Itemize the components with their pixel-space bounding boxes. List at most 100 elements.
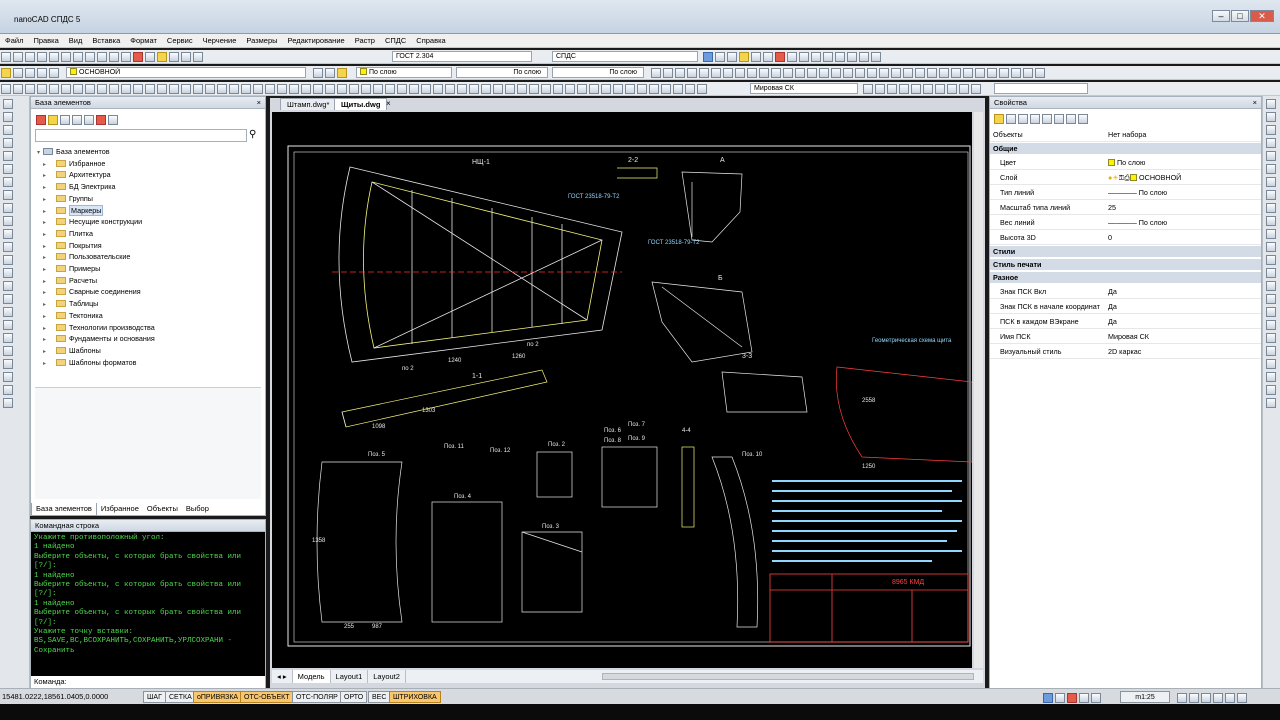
workspace-icon[interactable]	[1091, 693, 1101, 703]
circle-icon[interactable]	[25, 84, 35, 94]
pline-tool-icon[interactable]	[3, 125, 13, 135]
wipeout-icon[interactable]	[783, 68, 793, 78]
spds-tool22-icon[interactable]	[1266, 372, 1276, 382]
ucs-z-icon[interactable]	[505, 84, 515, 94]
pin-icon[interactable]	[1066, 114, 1076, 124]
maximize-button[interactable]: □	[1231, 10, 1249, 22]
purge-icon[interactable]	[1011, 68, 1021, 78]
spds-tool3-icon[interactable]	[1266, 125, 1276, 135]
rect-tool-icon[interactable]	[3, 151, 13, 161]
section-styles[interactable]: Стили	[990, 246, 1261, 257]
print-icon[interactable]	[37, 52, 47, 62]
orbit-icon[interactable]	[685, 84, 695, 94]
refresh-icon[interactable]	[1054, 114, 1064, 124]
tree-item[interactable]: ▸ Технологии производства	[37, 323, 155, 335]
tree-item[interactable]: ▸ Архитектура	[37, 170, 155, 182]
circle-tool-icon[interactable]	[3, 177, 13, 187]
view-tree-icon[interactable]	[84, 115, 94, 125]
properties-icon[interactable]	[145, 52, 155, 62]
trim-icon[interactable]	[157, 84, 167, 94]
layer-iso-icon[interactable]	[37, 68, 47, 78]
spds-tool10-icon[interactable]	[1266, 216, 1276, 226]
tree-item[interactable]: ▸ БД Электрика	[37, 182, 155, 194]
spds-style-combo[interactable]: СПДС	[552, 51, 698, 62]
dim-linear-icon[interactable]	[277, 84, 287, 94]
axis-icon[interactable]	[787, 52, 797, 62]
tab-layout2[interactable]: Layout2	[368, 670, 406, 683]
mark-icon[interactable]	[775, 52, 785, 62]
tab-selection[interactable]: Выбор	[182, 503, 213, 515]
chamfer-icon[interactable]	[193, 84, 203, 94]
tree-item-selected[interactable]: ▸ Маркеры	[37, 204, 155, 218]
doc-tab-active[interactable]: Щиты.dwg	[334, 98, 388, 110]
sketch-icon[interactable]	[915, 68, 925, 78]
erase-icon[interactable]	[265, 84, 275, 94]
xline-tool-icon[interactable]	[3, 112, 13, 122]
table-tool-icon[interactable]	[3, 281, 13, 291]
tree-item[interactable]: ▸ Таблицы	[37, 299, 155, 311]
filter-icon[interactable]	[1006, 114, 1016, 124]
point-icon[interactable]	[807, 68, 817, 78]
copy-obj-icon[interactable]	[85, 84, 95, 94]
attdef-icon[interactable]	[975, 68, 985, 78]
copy-icon[interactable]	[61, 52, 71, 62]
mline-icon[interactable]	[843, 68, 853, 78]
spds-tool21-icon[interactable]	[1266, 359, 1276, 369]
close-icon[interactable]: ×	[257, 97, 261, 109]
pline-icon[interactable]	[13, 84, 23, 94]
spline-tool-icon[interactable]	[3, 203, 13, 213]
menu-insert[interactable]: Вставка	[87, 34, 125, 48]
spds-tool17-icon[interactable]	[1266, 307, 1276, 317]
dim-base-icon[interactable]	[325, 84, 335, 94]
tree-item[interactable]: ▸ Фундаменты и основания	[37, 334, 155, 346]
explode-icon[interactable]	[205, 84, 215, 94]
grid-button[interactable]: СЕТКА	[165, 691, 196, 703]
ucs-y-icon[interactable]	[541, 84, 551, 94]
spds-tool18-icon[interactable]	[1266, 320, 1276, 330]
break-icon[interactable]	[811, 52, 821, 62]
node-icon[interactable]	[835, 52, 845, 62]
array-tool-icon[interactable]	[3, 372, 13, 382]
spds-tool4-icon[interactable]	[1266, 138, 1276, 148]
plot-style-icon[interactable]	[651, 68, 661, 78]
block-icon[interactable]	[687, 68, 697, 78]
prop-height3d[interactable]: Высота 3D 0	[990, 230, 1261, 245]
ucs-x-icon[interactable]	[529, 84, 539, 94]
horizontal-scrollbar[interactable]	[602, 673, 974, 680]
table2-icon[interactable]	[939, 68, 949, 78]
view-top-icon[interactable]	[589, 84, 599, 94]
ortho-icon[interactable]	[663, 68, 673, 78]
view-icon[interactable]	[823, 52, 833, 62]
zoom-in-icon[interactable]	[1177, 693, 1187, 703]
match-properties-icon[interactable]	[157, 52, 167, 62]
toggle-icon[interactable]	[1030, 114, 1040, 124]
ucs-object-icon[interactable]	[469, 84, 479, 94]
otrack-button[interactable]: ОТС-ОБЪЕКТ	[240, 691, 294, 703]
snap-button[interactable]: ШАГ	[143, 691, 166, 703]
anno-icon[interactable]	[1055, 693, 1065, 703]
move-tool-icon[interactable]	[3, 385, 13, 395]
leader-icon[interactable]	[751, 52, 761, 62]
rotate-tool-icon[interactable]	[3, 398, 13, 408]
new-icon[interactable]	[1, 52, 11, 62]
mtext-icon[interactable]	[951, 68, 961, 78]
help-icon[interactable]	[108, 115, 118, 125]
tree-item[interactable]: ▸ Шаблоны	[37, 346, 155, 358]
zoom-extents-icon[interactable]	[1201, 693, 1211, 703]
layer-combo[interactable]: ОСНОВНОЙ	[66, 67, 306, 78]
boundary-icon[interactable]	[771, 68, 781, 78]
ellipse-tool-icon[interactable]	[3, 216, 13, 226]
paste-icon[interactable]	[73, 52, 83, 62]
vp-lock-icon[interactable]	[923, 84, 933, 94]
ucs-world-icon[interactable]	[433, 84, 443, 94]
vp-scale-icon[interactable]	[935, 84, 945, 94]
tab-element-base[interactable]: База элементов	[31, 503, 97, 516]
scale-readout[interactable]: m1:25	[1120, 691, 1170, 703]
layer-manager-icon[interactable]	[1, 68, 11, 78]
close-button[interactable]: ✕	[1250, 10, 1274, 22]
view-iso4-icon[interactable]	[673, 84, 683, 94]
join-icon[interactable]	[253, 84, 263, 94]
spds-tool6-icon[interactable]	[1266, 164, 1276, 174]
vp-icon[interactable]	[1079, 693, 1089, 703]
dim-center-icon[interactable]	[385, 84, 395, 94]
